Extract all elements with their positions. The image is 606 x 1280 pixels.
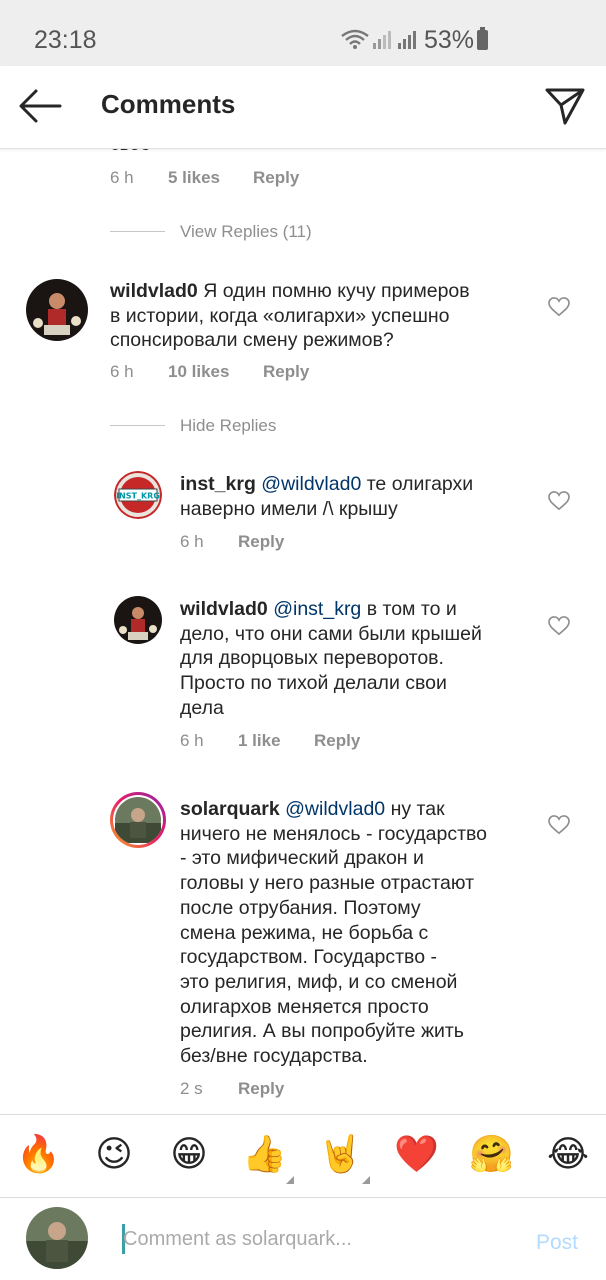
avatar[interactable] xyxy=(26,279,88,341)
comment-likes[interactable]: 5 likes xyxy=(168,168,220,188)
avatar-logo-text: INST_KRG xyxy=(116,492,160,501)
reply-line: для дворцовых переворотов. xyxy=(180,647,444,670)
heart-emoji-icon[interactable]: ❤️ xyxy=(394,1132,439,1176)
wifi-icon xyxy=(340,28,370,55)
comment-likes[interactable]: 10 likes xyxy=(168,362,229,382)
skin-tone-indicator-icon xyxy=(286,1176,294,1184)
story-ring[interactable] xyxy=(110,792,166,848)
reply-username[interactable]: wildvlad0 xyxy=(180,598,268,620)
reply-line: смена режима, не борьба с xyxy=(180,921,429,944)
mention-link[interactable]: @wildvlad0 xyxy=(261,473,361,495)
emoji-bar xyxy=(0,1114,606,1198)
comment-line: в истории, когда «олигархи» успешно xyxy=(110,304,450,327)
header-bar xyxy=(0,66,606,149)
thumbs-up-emoji-icon[interactable]: 👍 xyxy=(242,1132,287,1176)
mention-link[interactable]: @wildvlad0 xyxy=(285,798,385,820)
heart-icon[interactable] xyxy=(548,616,570,636)
hug-emoji-icon[interactable]: 🤗 xyxy=(469,1132,514,1176)
reply-text: solarquark @wildvlad0 ну так ничего не м… xyxy=(180,797,530,1069)
comment-input[interactable]: Comment as solarquark... xyxy=(123,1228,352,1251)
mention-link[interactable]: @inst_krg xyxy=(273,598,361,620)
heart-icon[interactable] xyxy=(548,815,570,835)
laugh-tears-emoji-icon[interactable]: 😂 xyxy=(546,1132,590,1176)
view-replies-button[interactable]: View Replies (11) xyxy=(180,222,312,242)
horns-emoji-icon[interactable]: 🤘 xyxy=(318,1132,363,1176)
avatar[interactable] xyxy=(114,596,162,644)
comment-line: Я один помню кучу примеров xyxy=(203,280,470,302)
avatar[interactable]: INST_KRG xyxy=(114,471,162,519)
battery-percent: 53% xyxy=(424,26,475,54)
back-arrow-icon[interactable] xyxy=(18,86,62,126)
skin-tone-indicator-icon xyxy=(362,1176,370,1184)
hide-replies-button[interactable]: Hide Replies xyxy=(180,416,276,436)
heart-icon[interactable] xyxy=(548,491,570,511)
reply-button[interactable]: Reply xyxy=(263,362,309,382)
reply-line: дела xyxy=(180,696,224,719)
reply-line: в том то и xyxy=(366,598,457,620)
post-button[interactable]: Post xyxy=(536,1231,578,1255)
comment-text: wildvlad0 Я один помню кучу примеров в и… xyxy=(110,279,510,353)
heart-icon[interactable] xyxy=(548,297,570,317)
composer-avatar xyxy=(26,1207,88,1269)
reply-username[interactable]: solarquark xyxy=(180,798,280,820)
reply-line: наверно имели /\ крышу xyxy=(180,497,398,520)
battery-icon xyxy=(477,27,488,50)
avatar xyxy=(115,797,161,843)
reply-line: ничего не менялось - государство xyxy=(180,822,488,845)
reply-line: олигархов меняется просто xyxy=(180,995,429,1018)
reply-time: 6 h xyxy=(180,731,204,750)
reply-line: дело, что они сами были крышей xyxy=(180,622,482,645)
grin-emoji-icon[interactable]: 😁 xyxy=(167,1132,211,1176)
reply-line: головы у него разные отрастают xyxy=(180,872,474,895)
reply-button[interactable]: Reply xyxy=(314,731,360,751)
replies-divider xyxy=(110,231,165,232)
reply-button[interactable]: Reply xyxy=(238,1079,284,1099)
comment-line: спонсировали смену режимов? xyxy=(110,329,394,352)
signal-icon-2 xyxy=(397,28,419,55)
page-title: Comments xyxy=(101,89,236,119)
status-time: 23:18 xyxy=(34,26,97,54)
signal-icon xyxy=(372,28,394,55)
reply-username[interactable]: inst_krg xyxy=(180,473,256,495)
reply-line: ну так xyxy=(390,798,445,820)
reply-time: 6 h xyxy=(180,532,204,551)
fire-emoji-icon[interactable]: 🔥 xyxy=(16,1132,61,1176)
reply-line: те олигархи xyxy=(366,473,474,495)
comment-time: 6 h xyxy=(110,362,134,381)
reply-line: Просто по тихой делали свои xyxy=(180,672,447,695)
reply-likes[interactable]: 1 like xyxy=(238,731,281,751)
reply-line: это религия, миф, и со сменой xyxy=(180,970,458,993)
reply-button[interactable]: Reply xyxy=(238,532,284,552)
replies-divider xyxy=(110,425,165,426)
send-icon[interactable] xyxy=(544,86,586,126)
reply-line: государством. Государство - xyxy=(180,946,437,969)
reply-line: без/вне государства. xyxy=(180,1045,368,1068)
comment-username[interactable]: wildvlad0 xyxy=(110,280,198,302)
reply-line: религия. А вы попробуйте жить xyxy=(180,1020,464,1043)
reply-line: после отрубания. Поэтому xyxy=(180,896,421,919)
reply-time: 2 s xyxy=(180,1079,203,1098)
reply-button[interactable]: Reply xyxy=(253,168,299,188)
reply-text: wildvlad0 @inst_krg в том то и дело, что… xyxy=(180,597,530,721)
reply-line: - это мифический дракон и xyxy=(180,847,424,870)
comment-time: 6 h xyxy=(110,168,134,187)
reply-text: inst_krg @wildvlad0 те олигархи наверно … xyxy=(180,472,520,521)
wink-emoji-icon[interactable]: 😉 xyxy=(92,1132,136,1176)
